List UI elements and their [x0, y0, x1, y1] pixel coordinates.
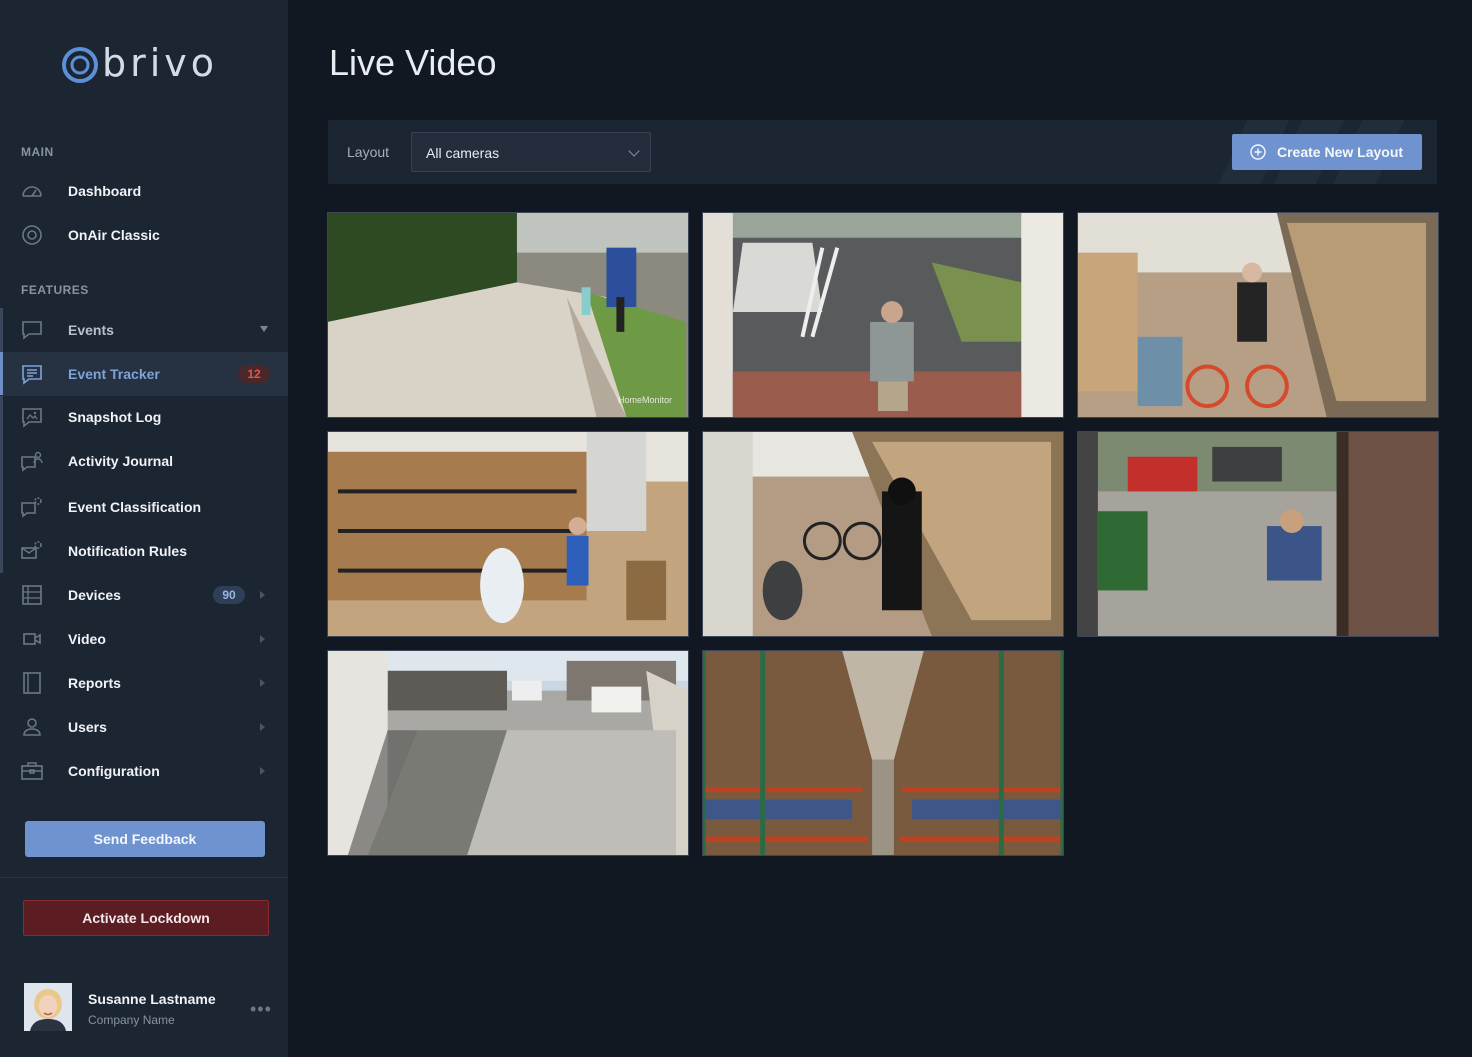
camera-tile-front-walkway[interactable]: HomeMonitor [327, 212, 689, 418]
nav-item-snapshot-log[interactable]: Snapshot Log [0, 395, 288, 439]
event-classification-icon [20, 495, 44, 519]
chevron-right-icon [260, 591, 265, 599]
devices-count-badge: 90 [213, 586, 245, 604]
notification-rules-icon [20, 539, 44, 563]
camera-tile-garage-driveway[interactable] [1077, 431, 1439, 637]
nav-label-users: Users [68, 719, 107, 735]
nav-label-onair-classic: OnAir Classic [68, 227, 160, 243]
video-camera-icon [20, 627, 44, 651]
nav-label-reports: Reports [68, 675, 121, 691]
activate-lockdown-button[interactable]: Activate Lockdown [23, 900, 269, 936]
layout-select[interactable]: All cameras [411, 132, 651, 172]
user-icon [20, 715, 44, 739]
brand-name: brivo [102, 41, 219, 85]
nav-item-notification-rules[interactable]: Notification Rules [0, 529, 288, 573]
nav-label-dashboard: Dashboard [68, 183, 142, 199]
onair-icon [20, 223, 44, 247]
nav-label-snapshot-log: Snapshot Log [68, 409, 162, 425]
event-tracker-icon [20, 362, 44, 386]
event-tracker-count-badge: 12 [238, 365, 270, 383]
user-profile[interactable]: Susanne Lastname Company Name ••• [24, 983, 274, 1033]
nav-item-video[interactable]: Video [0, 617, 288, 661]
layout-toolbar: Layout All cameras Create New Layout [328, 120, 1437, 184]
nav-label-notification-rules: Notification Rules [68, 543, 188, 559]
chevron-right-icon [260, 679, 265, 687]
snapshot-icon [20, 405, 44, 429]
nav-label-configuration: Configuration [68, 763, 160, 779]
chevron-right-icon [260, 767, 265, 775]
nav-item-event-classification[interactable]: Event Classification [0, 485, 288, 529]
send-feedback-button[interactable]: Send Feedback [25, 821, 265, 857]
nav-item-onair-classic[interactable]: OnAir Classic [0, 213, 288, 257]
nav-label-devices: Devices [68, 587, 121, 603]
chevron-right-icon [260, 723, 265, 731]
plus-circle-icon [1250, 144, 1266, 160]
layout-select-value: All cameras [426, 145, 500, 161]
user-name: Susanne Lastname [88, 991, 216, 1007]
nav-label-events: Events [68, 322, 114, 338]
nav-item-devices[interactable]: Devices 90 [0, 573, 288, 617]
camera-tile-parking-lot[interactable] [702, 212, 1064, 418]
page-title: Live Video [329, 42, 497, 83]
nav-item-reports[interactable]: Reports [0, 661, 288, 705]
section-label-main: MAIN [21, 145, 54, 159]
nav-item-dashboard[interactable]: Dashboard [0, 169, 288, 213]
nav-label-activity-journal: Activity Journal [68, 453, 174, 469]
camera-tile-warehouse-aisle[interactable] [702, 650, 1064, 856]
devices-icon [20, 583, 44, 607]
nav-item-event-tracker[interactable]: Event Tracker 12 [0, 352, 288, 396]
camera-tile-street-view[interactable] [327, 650, 689, 856]
nav-label-video: Video [68, 631, 106, 647]
chevron-right-icon [260, 635, 265, 643]
brivo-logo[interactable]: brivo [60, 41, 219, 88]
app-root: brivo MAIN Dashboard OnAir Classic FEATU… [0, 0, 1472, 1057]
camera-tile-stockroom-costume[interactable] [702, 431, 1064, 637]
activity-journal-icon [20, 449, 44, 473]
nav-item-activity-journal[interactable]: Activity Journal [0, 439, 288, 483]
brivo-logo-icon [60, 45, 100, 85]
more-options-icon[interactable]: ••• [250, 999, 272, 1020]
nav-label-event-tracker: Event Tracker [68, 366, 160, 382]
camera-watermark: HomeMonitor [617, 395, 672, 405]
nav-item-events[interactable]: Events [0, 308, 288, 352]
avatar [24, 983, 72, 1031]
reports-icon [20, 671, 44, 695]
sidebar: brivo MAIN Dashboard OnAir Classic FEATU… [0, 0, 288, 1057]
chevron-down-icon [628, 145, 640, 157]
nav-label-event-classification: Event Classification [68, 499, 202, 515]
dashboard-gauge-icon [20, 179, 44, 203]
nav-item-configuration[interactable]: Configuration [0, 749, 288, 793]
camera-tile-stockroom-bike[interactable] [1077, 212, 1439, 418]
layout-label: Layout [347, 144, 390, 160]
camera-tile-warehouse-shelves[interactable] [327, 431, 689, 637]
create-new-layout-label: Create New Layout [1277, 144, 1404, 160]
sidebar-divider [0, 877, 288, 878]
section-label-features: FEATURES [21, 283, 89, 297]
create-new-layout-button[interactable]: Create New Layout [1232, 134, 1422, 170]
active-indicator [0, 352, 3, 395]
user-company: Company Name [88, 1013, 175, 1027]
briefcase-icon [20, 759, 44, 783]
nav-item-users[interactable]: Users [0, 705, 288, 749]
chat-bubble-icon [20, 318, 44, 342]
chevron-down-icon[interactable] [260, 326, 268, 332]
